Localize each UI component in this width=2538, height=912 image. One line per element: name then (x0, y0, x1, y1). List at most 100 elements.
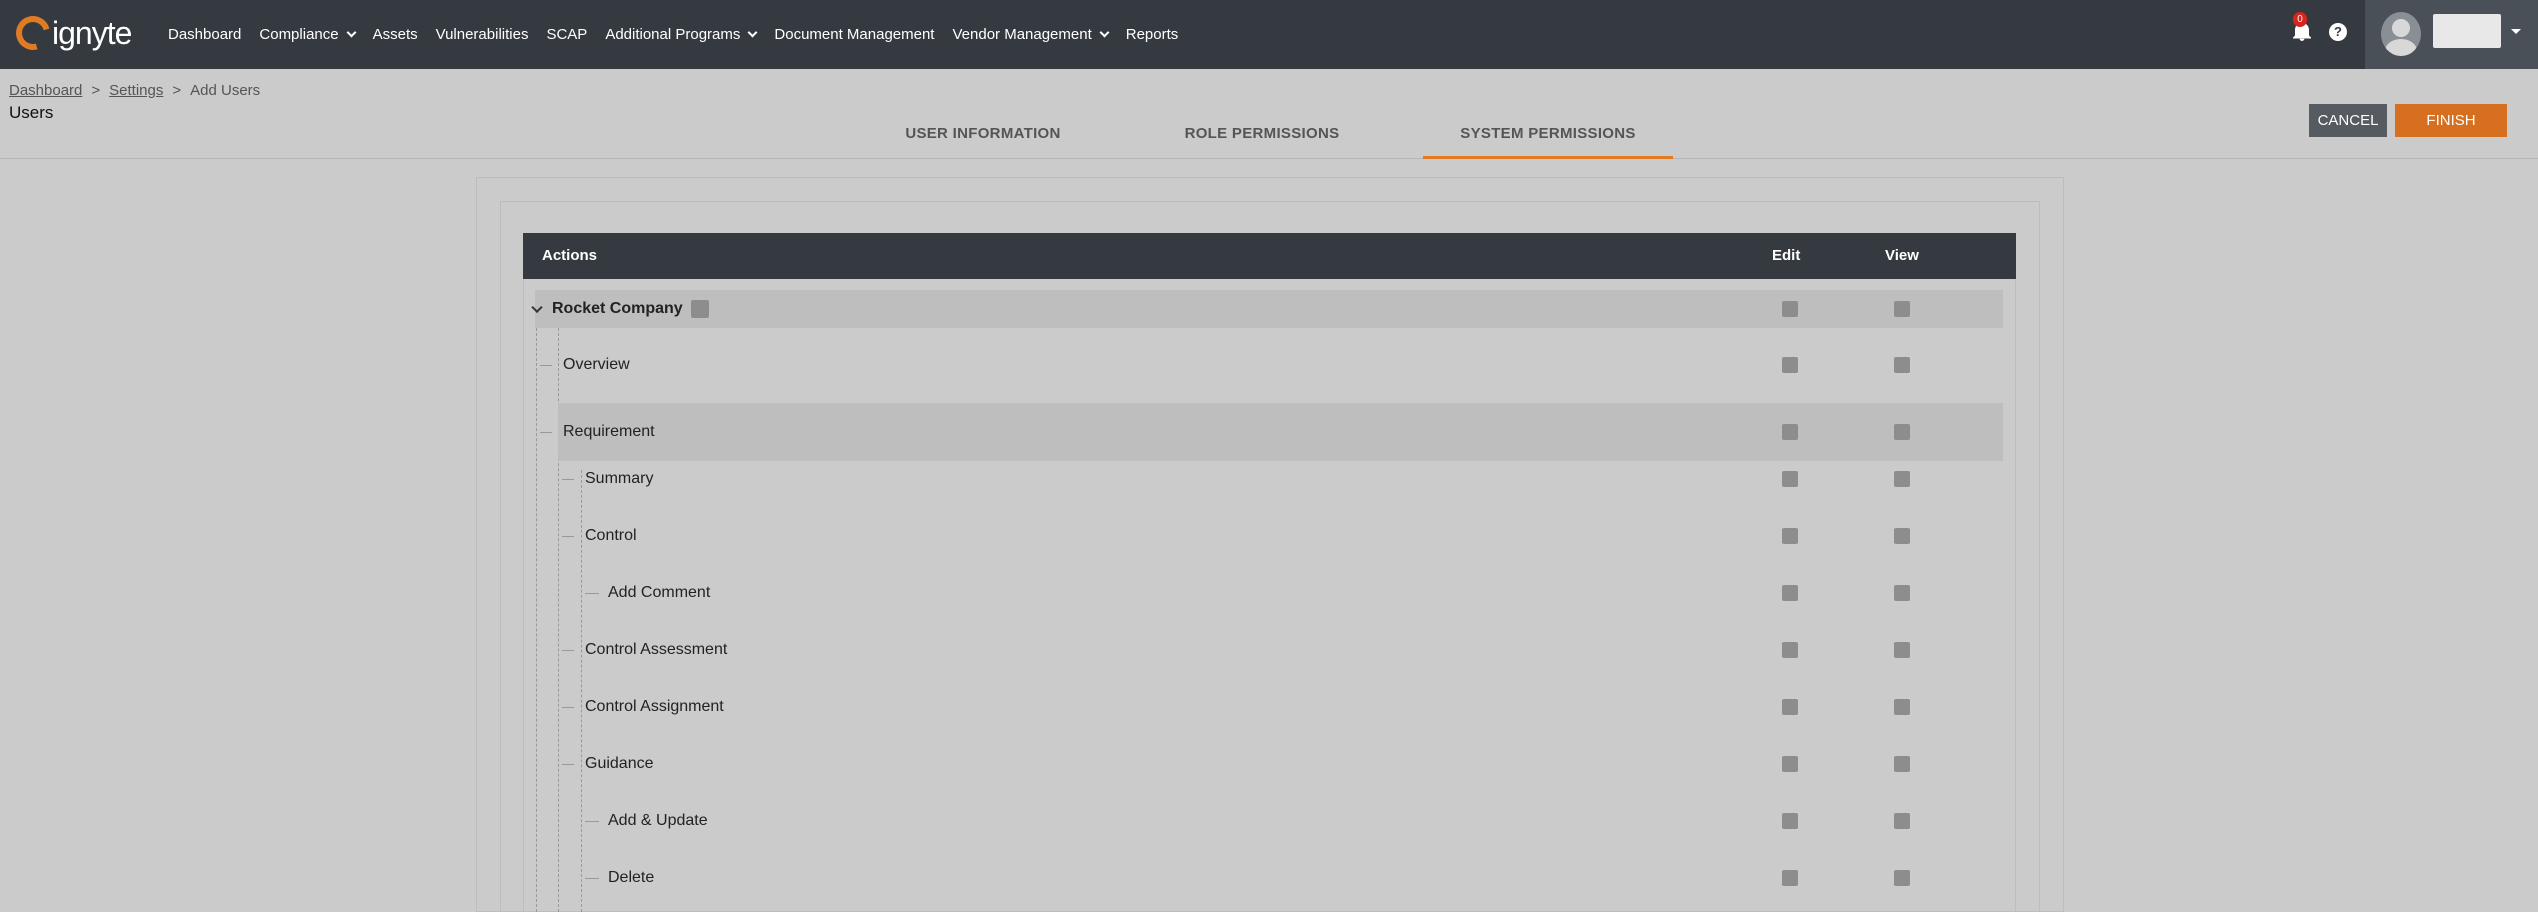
edit-checkbox[interactable] (1782, 528, 1798, 544)
breadcrumb-dashboard[interactable]: Dashboard (9, 82, 82, 99)
tab-role-permissions[interactable]: ROLE PERMISSIONS (1182, 125, 1342, 159)
nav-item-label: Dashboard (168, 26, 242, 43)
logo-mark-icon (9, 9, 57, 57)
permission-label: Requirement (563, 423, 655, 440)
permission-row-requirement: Requirement (0, 403, 2538, 461)
nav-item-dashboard[interactable]: Dashboard (168, 26, 241, 43)
ignyte-logo[interactable]: ignyte (9, 9, 132, 57)
caret-down-icon (2511, 29, 2521, 34)
view-checkbox[interactable] (1894, 813, 1910, 829)
permission-label: Overview (563, 356, 630, 373)
breadcrumb-separator: > (172, 82, 182, 99)
nav-item-vulnerabilities[interactable]: Vulnerabilities (436, 26, 529, 43)
tree-connector (562, 650, 574, 651)
permission-row-add-update: Add & Update (0, 802, 2538, 840)
select-all-checkbox[interactable] (691, 300, 709, 318)
permission-label: Delete (608, 869, 655, 886)
question-circle-icon[interactable]: ? (2329, 23, 2347, 41)
permission-row-guidance: Guidance (0, 745, 2538, 783)
nav-item-vendor-management[interactable]: Vendor Management (952, 26, 1110, 43)
edit-checkbox[interactable] (1782, 301, 1798, 317)
permission-label: Rocket Company (552, 300, 683, 317)
tab-user-information[interactable]: USER INFORMATION (903, 125, 1063, 159)
permissions-table-header: Actions Edit View (523, 233, 2016, 279)
nav-item-label: Vendor Management (952, 26, 1092, 43)
permission-row-delete: Delete (0, 859, 2538, 897)
nav-item-label: Reports (1125, 26, 1179, 43)
permission-label: Add & Update (608, 812, 708, 829)
permission-row-control: Control (0, 517, 2538, 555)
view-checkbox[interactable] (1894, 301, 1910, 317)
finish-button[interactable]: FINISH (2395, 104, 2507, 137)
nav-item-reports[interactable]: Reports (1126, 26, 1179, 43)
view-checkbox[interactable] (1894, 699, 1910, 715)
tree-connector (562, 479, 574, 480)
nav-item-assets[interactable]: Assets (373, 26, 418, 43)
tree-connector (585, 878, 599, 879)
permission-row-control-assessment: Control Assessment (0, 631, 2538, 669)
breadcrumb-settings[interactable]: Settings (109, 82, 163, 99)
nav-item-label: Additional Programs (605, 26, 741, 43)
user-menu[interactable] (2365, 0, 2538, 69)
nav-item-scap[interactable]: SCAP (546, 26, 587, 43)
tree-connector (540, 365, 552, 366)
nav-item-label: Compliance (259, 26, 339, 43)
edit-checkbox[interactable] (1782, 813, 1798, 829)
chevron-down-icon (346, 27, 357, 38)
header-edit: Edit (1772, 247, 1801, 264)
edit-checkbox[interactable] (1782, 585, 1798, 601)
view-checkbox[interactable] (1894, 528, 1910, 544)
tree-connector (562, 536, 574, 537)
edit-checkbox[interactable] (1782, 471, 1798, 487)
header-view: View (1885, 247, 1919, 264)
cancel-button[interactable]: CANCEL (2309, 104, 2387, 137)
avatar (2381, 12, 2421, 56)
main-nav: Dashboard Compliance Assets Vulnerabilities… (168, 0, 1196, 69)
permission-label: Control Assessment (585, 641, 728, 658)
nav-item-additional-programs[interactable]: Additional Programs (605, 26, 758, 43)
view-checkbox[interactable] (1894, 471, 1910, 487)
permission-row-control-assignment: Control Assignment (0, 688, 2538, 726)
nav-item-label: Assets (372, 26, 418, 43)
view-checkbox[interactable] (1894, 357, 1910, 373)
chevron-down-icon (747, 27, 758, 38)
permission-label: Guidance (585, 755, 654, 772)
user-name-placeholder (2433, 14, 2501, 48)
tab-system-permissions[interactable]: SYSTEM PERMISSIONS (1423, 125, 1673, 159)
edit-checkbox[interactable] (1782, 699, 1798, 715)
logo-text: ignyte (52, 14, 132, 51)
permission-label: Summary (585, 470, 654, 487)
edit-checkbox[interactable] (1782, 642, 1798, 658)
nav-item-label: Vulnerabilities (435, 26, 529, 43)
breadcrumb-current: Add Users (190, 82, 261, 99)
edit-checkbox[interactable] (1782, 424, 1798, 440)
nav-item-label: Document Management (774, 26, 935, 43)
permission-row-summary: Summary (0, 460, 2538, 498)
permission-row-overview: Overview (0, 346, 2538, 384)
permission-label: Control (585, 527, 637, 544)
tree-connector (562, 764, 574, 765)
view-checkbox[interactable] (1894, 424, 1910, 440)
permission-label: Add Comment (608, 584, 711, 601)
view-checkbox[interactable] (1894, 870, 1910, 886)
nav-item-compliance[interactable]: Compliance (259, 26, 357, 43)
header-actions: Actions (542, 247, 598, 264)
edit-checkbox[interactable] (1782, 756, 1798, 772)
top-navbar: ignyte Dashboard Compliance Assets Vulnerab… (0, 0, 2538, 69)
notification-count-badge: 0 (2293, 12, 2307, 27)
nav-item-document-management[interactable]: Document Management (774, 26, 934, 43)
tab-bar: USER INFORMATION ROLE PERMISSIONS SYSTEM… (0, 113, 2538, 159)
view-checkbox[interactable] (1894, 642, 1910, 658)
nav-item-label: SCAP (546, 26, 588, 43)
view-checkbox[interactable] (1894, 756, 1910, 772)
permission-label: Control Assignment (585, 698, 724, 715)
breadcrumb-separator: > (91, 82, 101, 99)
tree-connector (540, 432, 552, 433)
view-checkbox[interactable] (1894, 585, 1910, 601)
edit-checkbox[interactable] (1782, 357, 1798, 373)
breadcrumb: Dashboard > Settings > Add Users (9, 82, 260, 99)
tree-connector (562, 707, 574, 708)
tree-connector (585, 593, 599, 594)
permission-row-rocket-company: Rocket Company (0, 290, 2538, 328)
edit-checkbox[interactable] (1782, 870, 1798, 886)
